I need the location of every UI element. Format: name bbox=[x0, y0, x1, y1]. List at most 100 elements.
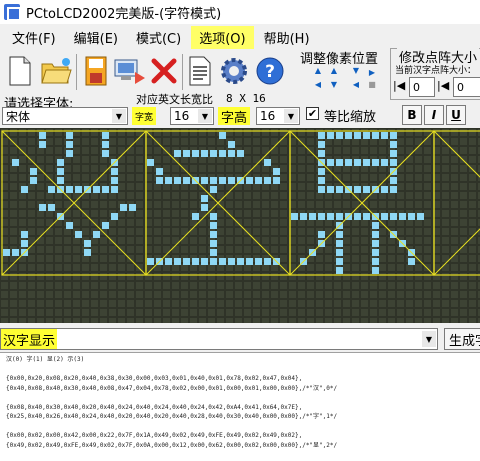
shift-left-icon[interactable]: ◀ bbox=[312, 80, 324, 90]
lit-pixel bbox=[273, 168, 280, 175]
lit-pixel bbox=[318, 213, 325, 220]
lit-pixel bbox=[372, 231, 379, 238]
lit-pixel bbox=[255, 258, 262, 265]
dot-width-spinner[interactable]: 0 bbox=[409, 77, 435, 97]
document-icon bbox=[189, 56, 211, 86]
adjust-pixel-label: 调整像素位置 bbox=[300, 52, 379, 67]
lit-pixel bbox=[336, 213, 343, 220]
settings-icon bbox=[221, 58, 247, 84]
lit-pixel bbox=[237, 258, 244, 265]
output-textarea[interactable]: 汉(0) 字(1) 显(2) 示(3) {0x00,0x20,0x08,0x20,… bbox=[0, 352, 480, 461]
lit-pixel bbox=[120, 204, 127, 211]
lit-pixel bbox=[381, 186, 388, 193]
title-bar: PCtoLCD2002完美版-(字符模式) bbox=[0, 0, 480, 24]
lit-pixel bbox=[291, 213, 298, 220]
lit-pixel bbox=[156, 177, 163, 184]
lit-pixel bbox=[336, 231, 343, 238]
lit-pixel bbox=[111, 168, 118, 175]
lit-pixel bbox=[66, 132, 73, 139]
chevron-down-icon: ▼ bbox=[284, 109, 298, 123]
menu-edit[interactable]: 编辑(E) bbox=[66, 26, 126, 49]
lit-pixel bbox=[57, 159, 64, 166]
output-line: 汉(0) 字(1) 显(2) 示(3) bbox=[6, 356, 85, 363]
output-line: {0x25,0x40,0x26,0x40,0x24,0x40,0x20,0x40… bbox=[6, 413, 338, 420]
char-width-label: 字宽 bbox=[132, 107, 157, 125]
lit-pixel bbox=[399, 213, 406, 220]
lit-pixel bbox=[327, 132, 334, 139]
lit-pixel bbox=[183, 150, 190, 157]
lit-pixel bbox=[381, 213, 388, 220]
char-height-select[interactable]: 16 ▼ bbox=[256, 107, 300, 125]
dot-matrix-grid[interactable] bbox=[0, 128, 480, 323]
output-line: {0x49,0x02,0x49,0xFE,0x49,0x02,0x7F,0x0A… bbox=[6, 441, 338, 449]
lit-pixel bbox=[345, 159, 352, 166]
lit-pixel bbox=[318, 141, 325, 148]
center-icon[interactable]: ■ bbox=[366, 80, 378, 90]
shift-up-icon[interactable]: ▲ bbox=[312, 66, 324, 76]
lit-pixel bbox=[147, 258, 154, 265]
lit-pixel bbox=[201, 150, 208, 157]
font-select[interactable]: 宋体 ▼ bbox=[2, 107, 128, 125]
text-input[interactable]: 汉字显示 ▼ bbox=[0, 328, 438, 350]
lit-pixel bbox=[57, 177, 64, 184]
lit-pixel bbox=[192, 213, 199, 220]
lit-pixel bbox=[210, 240, 217, 247]
lit-pixel bbox=[219, 177, 226, 184]
open-button[interactable] bbox=[38, 52, 74, 90]
lit-pixel bbox=[318, 186, 325, 193]
menu-file[interactable]: 文件(F) bbox=[4, 26, 64, 49]
lit-pixel bbox=[21, 186, 28, 193]
delete-button[interactable] bbox=[146, 52, 182, 90]
lit-pixel bbox=[210, 150, 217, 157]
bold-button[interactable]: B bbox=[402, 105, 422, 125]
convert-button[interactable] bbox=[112, 52, 148, 90]
document-button[interactable] bbox=[182, 52, 218, 90]
lit-pixel bbox=[102, 141, 109, 148]
lit-pixel bbox=[201, 177, 208, 184]
lit-pixel bbox=[102, 186, 109, 193]
lit-pixel bbox=[183, 258, 190, 265]
help-button[interactable]: ? bbox=[252, 52, 288, 90]
new-button[interactable] bbox=[2, 52, 38, 90]
underline-button[interactable]: U bbox=[446, 105, 466, 125]
proportional-checkbox[interactable]: ✔ bbox=[306, 107, 319, 120]
shift-right-icon[interactable]: ▶ bbox=[366, 68, 378, 78]
lit-pixel bbox=[408, 258, 415, 265]
menu-help[interactable]: 帮助(H) bbox=[256, 26, 318, 49]
shift-left-alt-icon[interactable]: ◀ bbox=[350, 80, 362, 90]
lit-pixel bbox=[174, 177, 181, 184]
settings-button[interactable] bbox=[216, 52, 252, 90]
lit-pixel bbox=[219, 258, 226, 265]
lit-pixel bbox=[318, 132, 325, 139]
dot-matrix-canvas[interactable] bbox=[0, 128, 480, 323]
italic-button[interactable]: I bbox=[424, 105, 444, 125]
menu-options[interactable]: 选项(O) bbox=[191, 25, 254, 49]
lit-pixel bbox=[66, 186, 73, 193]
dot-height-spinner[interactable]: 0 bbox=[453, 77, 480, 97]
lit-pixel bbox=[102, 150, 109, 157]
shift-down-icon[interactable]: ▼ bbox=[350, 66, 362, 76]
lit-pixel bbox=[201, 195, 208, 202]
generate-button[interactable]: 生成字模 bbox=[444, 328, 480, 350]
lit-pixel bbox=[237, 150, 244, 157]
lit-pixel bbox=[336, 240, 343, 247]
output-line: {0x00,0x20,0x08,0x20,0x40,0x38,0x30,0x00… bbox=[6, 375, 303, 382]
shift-up-alt-icon[interactable]: ▲ bbox=[328, 66, 340, 76]
new-icon bbox=[9, 56, 31, 86]
lit-pixel bbox=[39, 132, 46, 139]
lit-pixel bbox=[363, 213, 370, 220]
lit-pixel bbox=[75, 186, 82, 193]
shift-down-alt-icon[interactable]: ▼ bbox=[328, 80, 340, 90]
lit-pixel bbox=[102, 132, 109, 139]
window-title: PCtoLCD2002完美版-(字符模式) bbox=[26, 6, 222, 22]
menu-mode[interactable]: 模式(C) bbox=[128, 26, 189, 49]
char-width-select[interactable]: 16 ▼ bbox=[170, 107, 214, 125]
lit-pixel bbox=[336, 159, 343, 166]
lit-pixel bbox=[363, 132, 370, 139]
save-button[interactable] bbox=[78, 52, 114, 90]
lit-pixel bbox=[111, 186, 118, 193]
lit-pixel bbox=[381, 132, 388, 139]
lit-pixel bbox=[39, 204, 46, 211]
